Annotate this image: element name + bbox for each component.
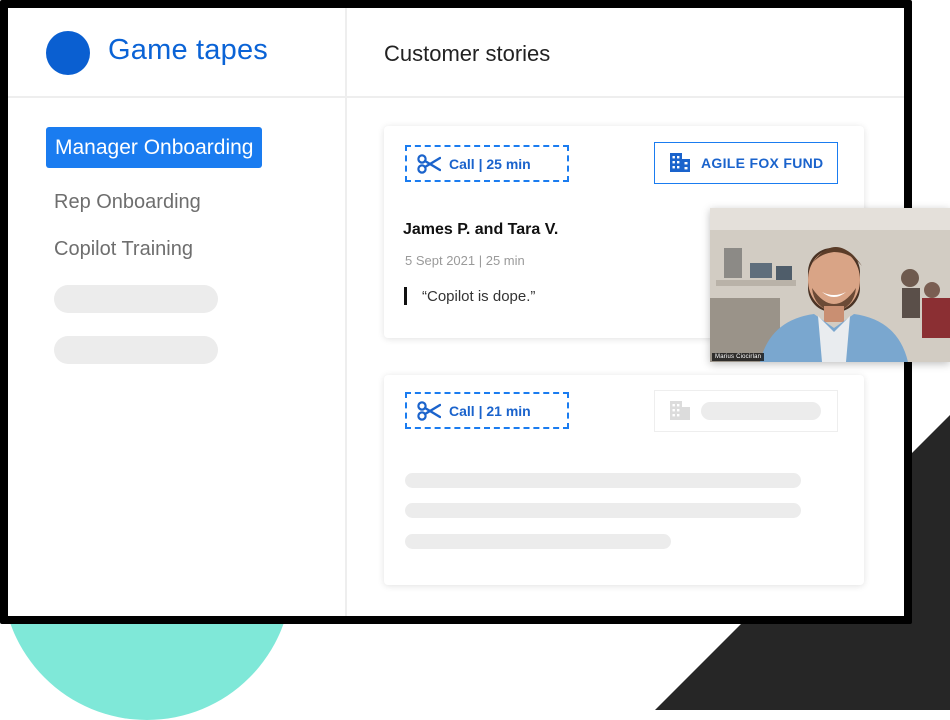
sidebar-item-manager-onboarding[interactable]: Manager Onboarding [46,127,263,168]
video-tile[interactable]: Marius Ciocirlan [710,208,950,362]
call-duration-label: Call | 21 min [449,402,531,419]
text-line-placeholder [405,534,671,549]
video-caption: Marius Ciocirlan [712,353,765,361]
video-feed-image [710,208,950,362]
story-card[interactable]: Call | 21 min [384,375,864,585]
page-title: Customer stories [384,41,551,66]
text-line-placeholder [405,503,801,518]
building-icon [669,400,691,423]
company-name-placeholder [701,402,821,420]
call-tag[interactable]: Call | 25 min [405,145,569,182]
sidebar-item-rep-onboarding[interactable]: Rep Onboarding [54,191,201,214]
story-meta: 5 Sept 2021 | 25 min [405,253,525,268]
sidebar-item-placeholder [54,336,218,364]
story-participants: James P. and Tara V. [403,221,559,238]
sidebar-item-placeholder [54,285,218,313]
company-tag[interactable]: AGILE FOX FUND [654,142,838,184]
company-name: AGILE FOX FUND [701,155,824,171]
company-tag-placeholder [654,390,838,432]
call-duration-label: Call | 25 min [449,155,531,172]
scissors-icon [417,400,441,421]
header-divider [8,96,904,98]
text-line-placeholder [405,473,801,488]
story-quote: “Copilot is dope.” [422,288,536,305]
app-title: Game tapes [108,34,268,66]
building-icon [669,152,691,175]
quote-bar [404,287,407,305]
sidebar-item-copilot-training[interactable]: Copilot Training [54,238,193,261]
scissors-icon [417,153,441,174]
column-divider [345,8,347,616]
call-tag[interactable]: Call | 21 min [405,392,569,429]
circle-logo-icon [46,31,90,75]
